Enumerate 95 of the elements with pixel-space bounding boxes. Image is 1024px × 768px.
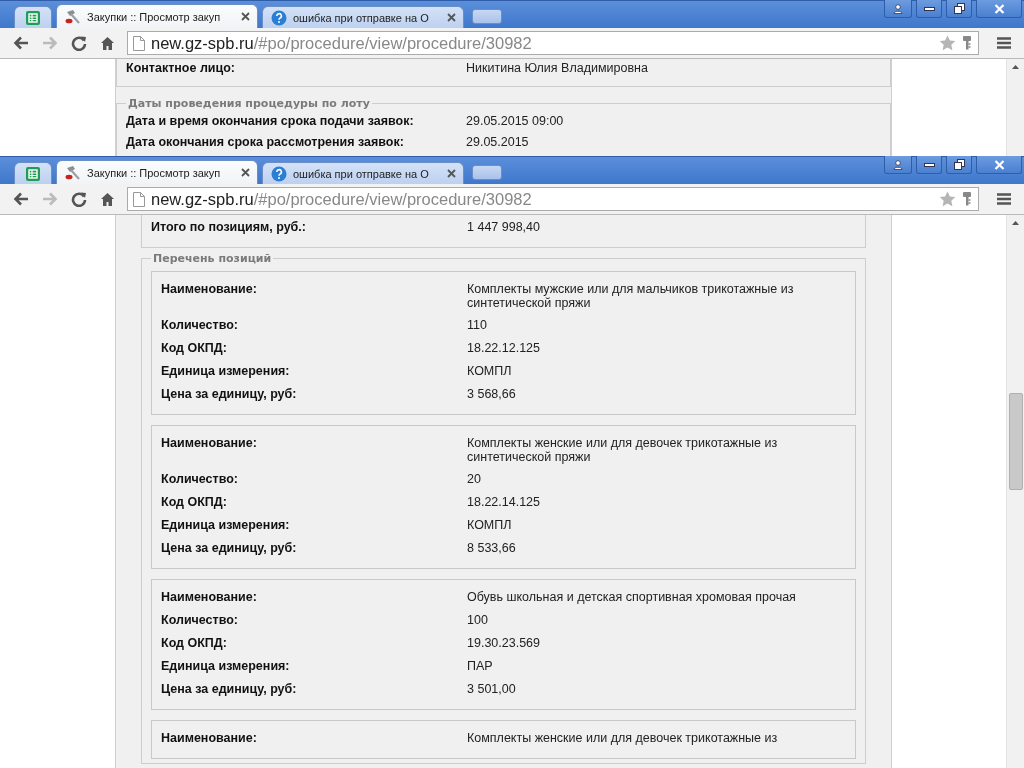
minimize-button[interactable] [916, 156, 942, 174]
field-value: 1 447 998,40 [467, 220, 541, 234]
browser-tab[interactable]: Закупки :: Просмотр закуп [56, 4, 258, 28]
field-label: Код ОКПД: [161, 341, 228, 356]
page-icon [133, 35, 145, 51]
restore-button[interactable] [946, 156, 972, 174]
scrollbar-thumb[interactable] [1008, 393, 1023, 490]
field-label: Наименование: [161, 590, 258, 605]
field-value: 29.05.2015 [466, 135, 530, 149]
field-label: Цена за единицу, руб: [161, 387, 298, 402]
field-value: КОМПЛ [467, 518, 513, 532]
scrollbar[interactable] [1006, 215, 1024, 768]
field-value: 29.05.2015 09:00 [466, 114, 565, 128]
field-value: 100 [467, 613, 489, 627]
scrollbar[interactable] [1006, 59, 1024, 156]
close-icon [993, 159, 1005, 170]
section-legend: Перечень позиций [151, 252, 274, 265]
app-tab[interactable] [14, 162, 52, 184]
menu-icon[interactable] [996, 193, 1011, 205]
hammer-icon [65, 8, 83, 25]
field-label: Дата и время окончания срока подачи заявок: [126, 114, 415, 129]
close-icon[interactable] [241, 12, 250, 21]
browser-tab[interactable]: Закупки :: Просмотр закуп [56, 160, 258, 184]
restore-button[interactable] [946, 0, 972, 18]
field-label: Единица измерения: [161, 364, 291, 379]
star-icon[interactable] [939, 191, 956, 207]
field-value: 18.22.12.125 [467, 341, 541, 355]
back-icon[interactable] [12, 36, 29, 50]
field-label: Количество: [161, 472, 239, 487]
field-value: 3 568,66 [467, 387, 517, 401]
reload-icon[interactable] [70, 35, 87, 51]
minimize-icon [923, 162, 935, 167]
field-value: КОМПЛ [467, 364, 513, 378]
minimize-button[interactable] [916, 0, 942, 18]
field-label: Цена за единицу, руб: [161, 541, 298, 556]
hammer-icon [65, 164, 83, 181]
key-icon[interactable] [962, 191, 972, 207]
field-label: Единица измерения: [161, 518, 291, 533]
spreadsheet-icon [26, 10, 40, 25]
field-value: 20 [467, 472, 482, 486]
field-value: 8 533,66 [467, 541, 517, 555]
field-value: 18.22.14.125 [467, 495, 541, 509]
minimize-icon [923, 6, 935, 11]
field-label: Код ОКПД: [161, 636, 228, 651]
close-icon[interactable] [447, 13, 456, 22]
field-label: Итого по позициям, руб.: [151, 220, 307, 235]
field-value: 19.30.23.569 [467, 636, 541, 650]
reload-icon[interactable] [70, 191, 87, 207]
field-label: Контактное лицо: [126, 61, 236, 76]
close-window-button[interactable] [976, 156, 1022, 174]
profile-button[interactable] [884, 156, 912, 174]
field-label: Цена за единицу, руб: [161, 682, 298, 697]
field-label: Наименование: [161, 731, 258, 746]
app-tab[interactable] [14, 6, 52, 28]
field-value: Комплекты мужские или для мальчиков трикотажные из синтетической пряжи [467, 282, 795, 310]
help-icon [271, 165, 287, 182]
star-icon[interactable] [939, 35, 956, 51]
profile-button[interactable] [884, 0, 912, 18]
person-icon [893, 3, 903, 14]
home-icon[interactable] [100, 35, 115, 51]
url-text: new.gz-spb.ru/#po/procedure/view/procedure/30982 [151, 189, 533, 209]
field-label: Наименование: [161, 436, 258, 451]
menu-icon[interactable] [996, 37, 1011, 49]
help-icon [271, 9, 287, 26]
field-label: Наименование: [161, 282, 258, 297]
field-label: Код ОКПД: [161, 495, 228, 510]
field-value: 110 [467, 318, 488, 332]
restore-icon [953, 3, 965, 14]
back-icon[interactable] [12, 192, 29, 206]
url-text: new.gz-spb.ru/#po/procedure/view/procedure/30982 [151, 33, 533, 53]
home-icon[interactable] [100, 191, 115, 207]
field-value: Комплекты женские или для девочек трикотажные из синтетической пряжи [467, 436, 779, 464]
address-bar[interactable]: new.gz-spb.ru/#po/procedure/view/procedure/30982 [127, 31, 979, 55]
address-bar[interactable]: new.gz-spb.ru/#po/procedure/view/procedure/30982 [127, 187, 979, 211]
close-icon[interactable] [447, 169, 456, 178]
section-legend: Даты проведения процедуры по лоту [126, 97, 372, 110]
person-icon [893, 159, 903, 170]
field-value: Никитина Юлия Владимировна [466, 61, 649, 75]
key-icon[interactable] [962, 35, 972, 51]
browser-tab[interactable]: ошибка при отправке на О [262, 6, 464, 28]
field-label: Количество: [161, 318, 239, 333]
field-value: Обувь школьная и детская спортивная хромовая прочая [467, 590, 797, 604]
field-label: Количество: [161, 613, 239, 628]
close-icon[interactable] [241, 168, 250, 177]
field-label: Единица измерения: [161, 659, 291, 674]
field-value: Комплекты женские или для девочек трикотажные из [467, 731, 779, 745]
field-label: Дата окончания срока рассмотрения заявок: [126, 135, 405, 150]
close-icon [993, 3, 1005, 14]
close-window-button[interactable] [976, 0, 1022, 18]
restore-icon [953, 159, 965, 170]
field-value: ПАР [467, 659, 494, 673]
page-icon [133, 191, 145, 207]
browser-tab[interactable]: ошибка при отправке на О [262, 162, 464, 184]
field-value: 3 501,00 [467, 682, 517, 696]
spreadsheet-icon [26, 166, 40, 181]
